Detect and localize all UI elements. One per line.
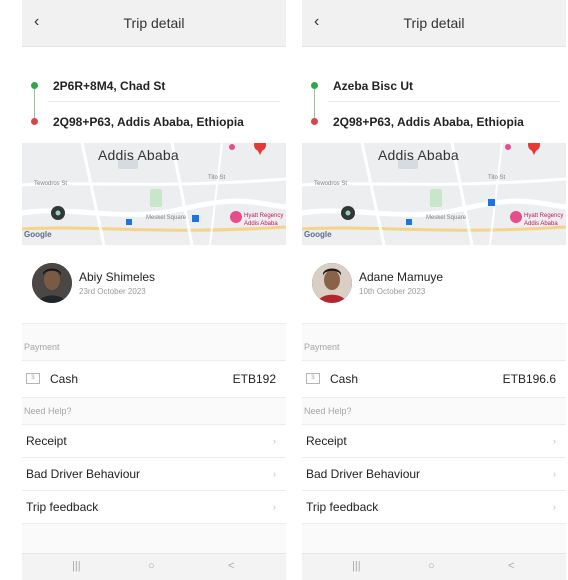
receipt-item[interactable]: Receipt ›	[302, 425, 566, 458]
map-street-label: Tito St	[208, 175, 226, 181]
pickup-address: Azeba Bisc Ut	[333, 79, 414, 93]
route-divider	[328, 101, 560, 102]
cash-icon: $	[306, 373, 320, 384]
driver-name: Abiy Shimeles	[79, 270, 156, 284]
help-item-label: Trip feedback	[306, 500, 379, 514]
map-city-label: Addis Ababa	[378, 147, 459, 163]
map-street-label: Tewodros St	[314, 181, 348, 187]
map-place-label: Addis Ababa	[524, 221, 558, 227]
payment-method: Cash	[50, 372, 79, 386]
bad-driver-behaviour-item[interactable]: Bad Driver Behaviour ›	[22, 458, 286, 491]
map-city-label: Addis Ababa	[98, 147, 179, 163]
bad-driver-behaviour-item[interactable]: Bad Driver Behaviour ›	[302, 458, 566, 491]
recent-apps-button[interactable]: |||	[352, 560, 361, 572]
help-item-label: Receipt	[306, 434, 347, 448]
dropoff-address: 2Q98+P63, Addis Ababa, Ethiopia	[333, 115, 524, 129]
driver-name: Adane Mamuye	[359, 270, 444, 284]
route-divider	[48, 101, 280, 102]
help-section-label: Need Help?	[22, 398, 286, 425]
home-button[interactable]: ○	[428, 560, 435, 572]
back-button[interactable]: <	[228, 560, 234, 572]
payment-section-label: Payment	[302, 334, 566, 361]
recent-apps-button[interactable]: |||	[72, 560, 81, 572]
driver-card: Adane Mamuye 10th October 2023	[302, 245, 566, 324]
help-item-label: Bad Driver Behaviour	[306, 467, 421, 481]
pickup-dot-icon	[31, 82, 38, 89]
help-item-label: Trip feedback	[26, 500, 99, 514]
payment-row: $ Cash ETB192	[22, 361, 286, 398]
map-place-label: Addis Ababa	[244, 221, 278, 227]
chevron-left-icon[interactable]: ‹	[34, 13, 39, 31]
avatar	[312, 263, 352, 303]
payment-section-label: Payment	[22, 334, 286, 361]
trip-feedback-item[interactable]: Trip feedback ›	[22, 491, 286, 524]
google-logo: Google	[24, 230, 52, 239]
payment-row: $ Cash ETB196.6	[302, 361, 566, 398]
map-street-label: Tito St	[488, 175, 506, 181]
map-street-label: Tewodros St	[34, 181, 68, 187]
trip-date: 23rd October 2023	[79, 287, 146, 296]
receipt-item[interactable]: Receipt ›	[22, 425, 286, 458]
map-place-label: Meskel Square	[426, 215, 467, 221]
map-place-label: Meskel Square	[146, 215, 187, 221]
help-section-label: Need Help?	[302, 398, 566, 425]
driver-card: Abiy Shimeles 23rd October 2023	[22, 245, 286, 324]
system-nav-bar: ||| ○ <	[302, 553, 566, 580]
driver-photo-icon	[312, 263, 352, 303]
help-item-label: Bad Driver Behaviour	[26, 467, 141, 481]
trip-feedback-item[interactable]: Trip feedback ›	[302, 491, 566, 524]
cash-icon: $	[26, 373, 40, 384]
chevron-right-icon: ›	[273, 502, 276, 512]
chevron-right-icon: ›	[553, 436, 556, 446]
dropoff-dot-icon	[31, 118, 38, 125]
pickup-dot-icon	[311, 82, 318, 89]
back-button[interactable]: <	[508, 560, 514, 572]
system-nav-bar: ||| ○ <	[22, 553, 286, 580]
dropoff-address: 2Q98+P63, Addis Ababa, Ethiopia	[53, 115, 244, 129]
route-panel: 2P6R+8M4, Chad St 2Q98+P63, Addis Ababa,…	[22, 47, 286, 143]
screens-container: ‹ Trip detail 2P6R+8M4, Chad St 2Q98+P63…	[0, 0, 568, 580]
trip-date: 10th October 2023	[359, 287, 426, 296]
header: ‹ Trip detail	[302, 0, 566, 47]
dropoff-dot-icon	[311, 118, 318, 125]
route-panel: Azeba Bisc Ut 2Q98+P63, Addis Ababa, Eth…	[302, 47, 566, 143]
pickup-address: 2P6R+8M4, Chad St	[53, 79, 166, 93]
chevron-right-icon: ›	[273, 436, 276, 446]
trip-detail-screen: ‹ Trip detail Azeba Bisc Ut 2Q98+P63, Ad…	[302, 0, 566, 580]
map-view[interactable]: Addis Ababa Tewodros St Tito St Meskel S…	[22, 143, 286, 245]
page-title: Trip detail	[123, 15, 185, 31]
route-connector	[314, 89, 315, 121]
route-connector	[34, 89, 35, 121]
driver-photo-icon	[32, 263, 72, 303]
chevron-right-icon: ›	[273, 469, 276, 479]
chevron-left-icon[interactable]: ‹	[314, 13, 319, 31]
map-view[interactable]: Addis Ababa Tewodros St Tito St Meskel S…	[302, 143, 566, 245]
payment-method: Cash	[330, 372, 359, 386]
map-place-label: Hyatt Regency	[244, 213, 284, 219]
page-title: Trip detail	[403, 15, 465, 31]
payment-amount: ETB192	[232, 372, 276, 386]
chevron-right-icon: ›	[553, 469, 556, 479]
google-logo: Google	[304, 230, 332, 239]
avatar	[32, 263, 72, 303]
payment-amount: ETB196.6	[502, 372, 556, 386]
help-item-label: Receipt	[26, 434, 67, 448]
header: ‹ Trip detail	[22, 0, 286, 47]
trip-detail-screen: ‹ Trip detail 2P6R+8M4, Chad St 2Q98+P63…	[22, 0, 286, 580]
map-place-label: Hyatt Regency	[524, 213, 564, 219]
chevron-right-icon: ›	[553, 502, 556, 512]
home-button[interactable]: ○	[148, 560, 155, 572]
